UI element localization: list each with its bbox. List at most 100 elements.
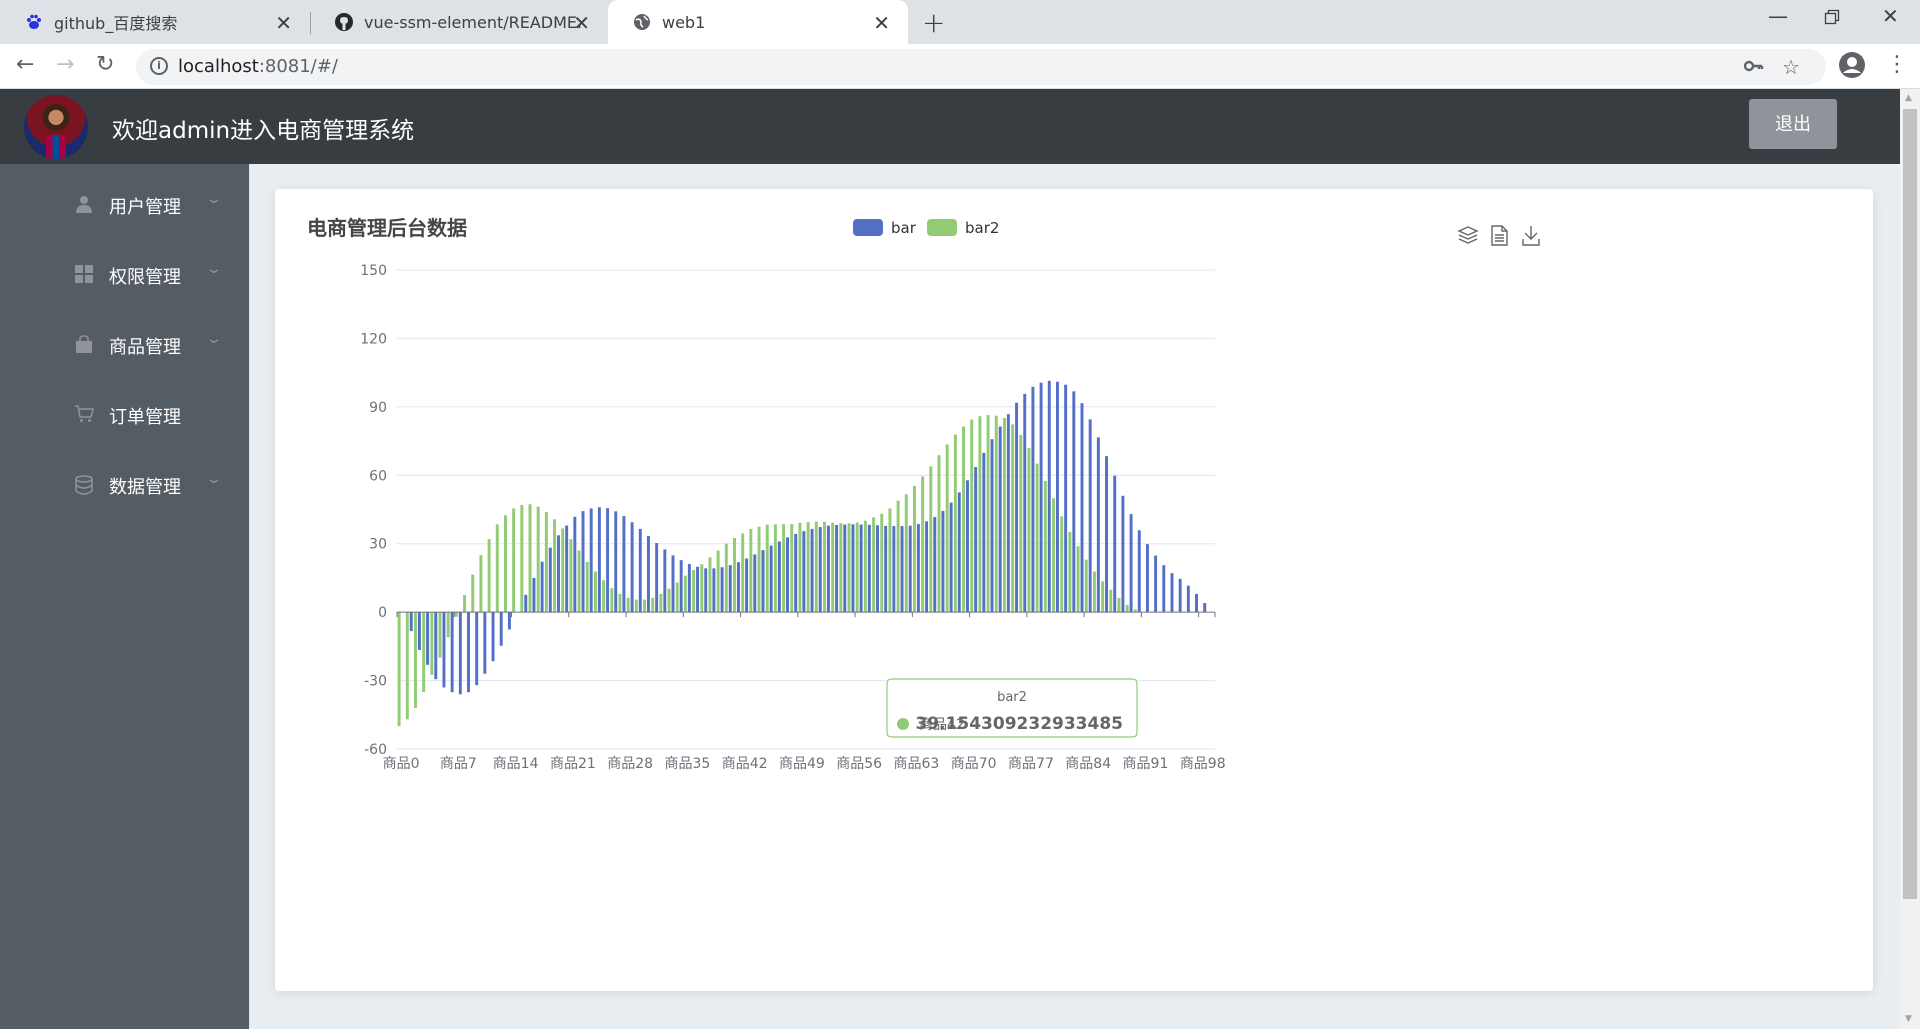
bar-bar[interactable] <box>908 525 912 613</box>
magic-type-stack-icon[interactable] <box>1457 226 1479 244</box>
bar-bar[interactable] <box>704 568 708 613</box>
bar-bar[interactable] <box>1055 381 1059 613</box>
scroll-up-arrow-icon[interactable]: ▲ <box>1905 93 1912 103</box>
bar-bar2[interactable] <box>577 550 581 613</box>
bar-bar2[interactable] <box>765 524 769 613</box>
bar-bar2[interactable] <box>643 599 646 613</box>
reload-icon[interactable]: ↻ <box>96 52 114 77</box>
bar-bar[interactable] <box>941 510 945 613</box>
data-view-icon[interactable] <box>1491 225 1508 246</box>
url-omnibox[interactable]: i localhost:8081/#/ ☆ <box>136 49 1826 85</box>
bar-bar2[interactable] <box>1101 581 1105 613</box>
bar-bar2[interactable] <box>602 580 606 613</box>
bar-bar[interactable] <box>957 492 961 613</box>
bar-bar[interactable] <box>1203 603 1207 613</box>
browser-tab-github[interactable]: vue-ssm-element/README.md ✕ <box>310 0 608 44</box>
legend-swatch-bar[interactable] <box>853 219 883 236</box>
bar-bar[interactable] <box>1047 380 1051 613</box>
bar-bar[interactable] <box>1121 495 1125 613</box>
bar-bar[interactable] <box>916 524 920 613</box>
legend-label-bar[interactable]: bar <box>891 219 917 237</box>
bar-bar[interactable] <box>565 525 569 613</box>
bar-bar[interactable] <box>614 511 618 613</box>
bar-bar2[interactable] <box>847 523 851 613</box>
bar-bar[interactable] <box>835 525 839 613</box>
minimize-icon[interactable]: — <box>1768 4 1788 28</box>
bar-bar2[interactable] <box>814 521 818 613</box>
bar-bar2[interactable] <box>904 494 908 613</box>
bar-bar2[interactable] <box>1076 546 1080 613</box>
bar-bar[interactable] <box>966 480 969 613</box>
bar-bar[interactable] <box>589 508 593 613</box>
bar-bar[interactable] <box>1031 386 1035 613</box>
bar-chart[interactable]: 电商管理后台数据 bar bar2 -60-300306090120150 商品… <box>275 189 1873 991</box>
bar-bar2[interactable] <box>1117 598 1121 613</box>
bar-bar[interactable] <box>1170 573 1174 613</box>
bar-bar[interactable] <box>925 521 929 613</box>
close-tab-icon[interactable]: ✕ <box>873 11 890 35</box>
bar-bar2[interactable] <box>716 550 720 613</box>
bar-bar[interactable] <box>990 439 994 613</box>
bar-bar2[interactable] <box>962 426 966 613</box>
bar-bar[interactable] <box>1137 530 1141 613</box>
bar-bar[interactable] <box>1006 414 1010 613</box>
bar-bar[interactable] <box>581 511 585 613</box>
bar-bar2[interactable] <box>626 597 630 613</box>
bar-bar[interactable] <box>597 507 601 613</box>
bar-bar[interactable] <box>426 612 430 665</box>
new-tab-plus-icon[interactable]: + <box>922 6 945 39</box>
bar-bar[interactable] <box>810 528 814 613</box>
bar-bar[interactable] <box>622 516 626 613</box>
more-menu-icon[interactable]: ⋮ <box>1886 52 1908 77</box>
bar-bar[interactable] <box>458 612 462 695</box>
bar-bar2[interactable] <box>495 524 499 613</box>
bar-bar[interactable] <box>794 533 798 613</box>
bar-bar[interactable] <box>696 566 700 613</box>
bar-bar[interactable] <box>745 558 749 613</box>
scroll-down-arrow-icon[interactable]: ▼ <box>1905 1014 1912 1024</box>
bar-bar[interactable] <box>933 517 937 613</box>
bar-bar[interactable] <box>646 535 650 613</box>
bar-bar2[interactable] <box>536 506 540 613</box>
bar-bar2[interactable] <box>561 528 565 613</box>
bar-bar[interactable] <box>736 562 740 613</box>
bar-bar2[interactable] <box>659 593 663 613</box>
bar-bar[interactable] <box>1162 565 1166 613</box>
bar-bar[interactable] <box>1186 585 1190 613</box>
bar-bar2[interactable] <box>831 522 835 613</box>
bar-bar[interactable] <box>1072 391 1076 613</box>
bar-bar[interactable] <box>998 426 1002 613</box>
bar-bar[interactable] <box>712 568 716 613</box>
bar-bar[interactable] <box>1023 393 1027 613</box>
bar-bar2[interactable] <box>823 521 826 613</box>
bar-bar[interactable] <box>769 545 773 613</box>
bar-bar[interactable] <box>1129 514 1133 613</box>
bar-bar[interactable] <box>720 567 724 613</box>
bar-bar[interactable] <box>1113 475 1117 613</box>
bar-bar2[interactable] <box>667 588 671 613</box>
bookmark-star-icon[interactable]: ☆ <box>1782 55 1800 79</box>
close-window-icon[interactable]: ✕ <box>1882 4 1899 28</box>
close-tab-icon[interactable]: ✕ <box>275 11 292 35</box>
bar-bar2[interactable] <box>855 522 859 613</box>
bar-bar2[interactable] <box>487 539 491 613</box>
bar-bar2[interactable] <box>986 415 990 613</box>
bar-bar2[interactable] <box>978 416 982 613</box>
browser-tab-baidu[interactable]: github_百度搜索 ✕ <box>0 0 310 44</box>
key-icon[interactable] <box>1742 55 1764 82</box>
bar-bar2[interactable] <box>397 612 401 727</box>
profile-avatar-icon[interactable] <box>1838 51 1866 85</box>
bar-bar2[interactable] <box>872 517 876 613</box>
bar-bar[interactable] <box>884 525 888 613</box>
bar-bar2[interactable] <box>1043 480 1047 613</box>
bar-bar[interactable] <box>982 452 986 613</box>
bar-bar2[interactable] <box>503 515 507 613</box>
site-info-icon[interactable]: i <box>150 57 168 75</box>
bar-bar2[interactable] <box>790 524 794 613</box>
bar-bar2[interactable] <box>405 612 409 720</box>
bar-bar2[interactable] <box>454 612 458 617</box>
bar-bar[interactable] <box>548 547 552 613</box>
bar-bar[interactable] <box>876 525 879 613</box>
bar-bar2[interactable] <box>585 561 589 613</box>
bar-bar[interactable] <box>434 612 438 680</box>
